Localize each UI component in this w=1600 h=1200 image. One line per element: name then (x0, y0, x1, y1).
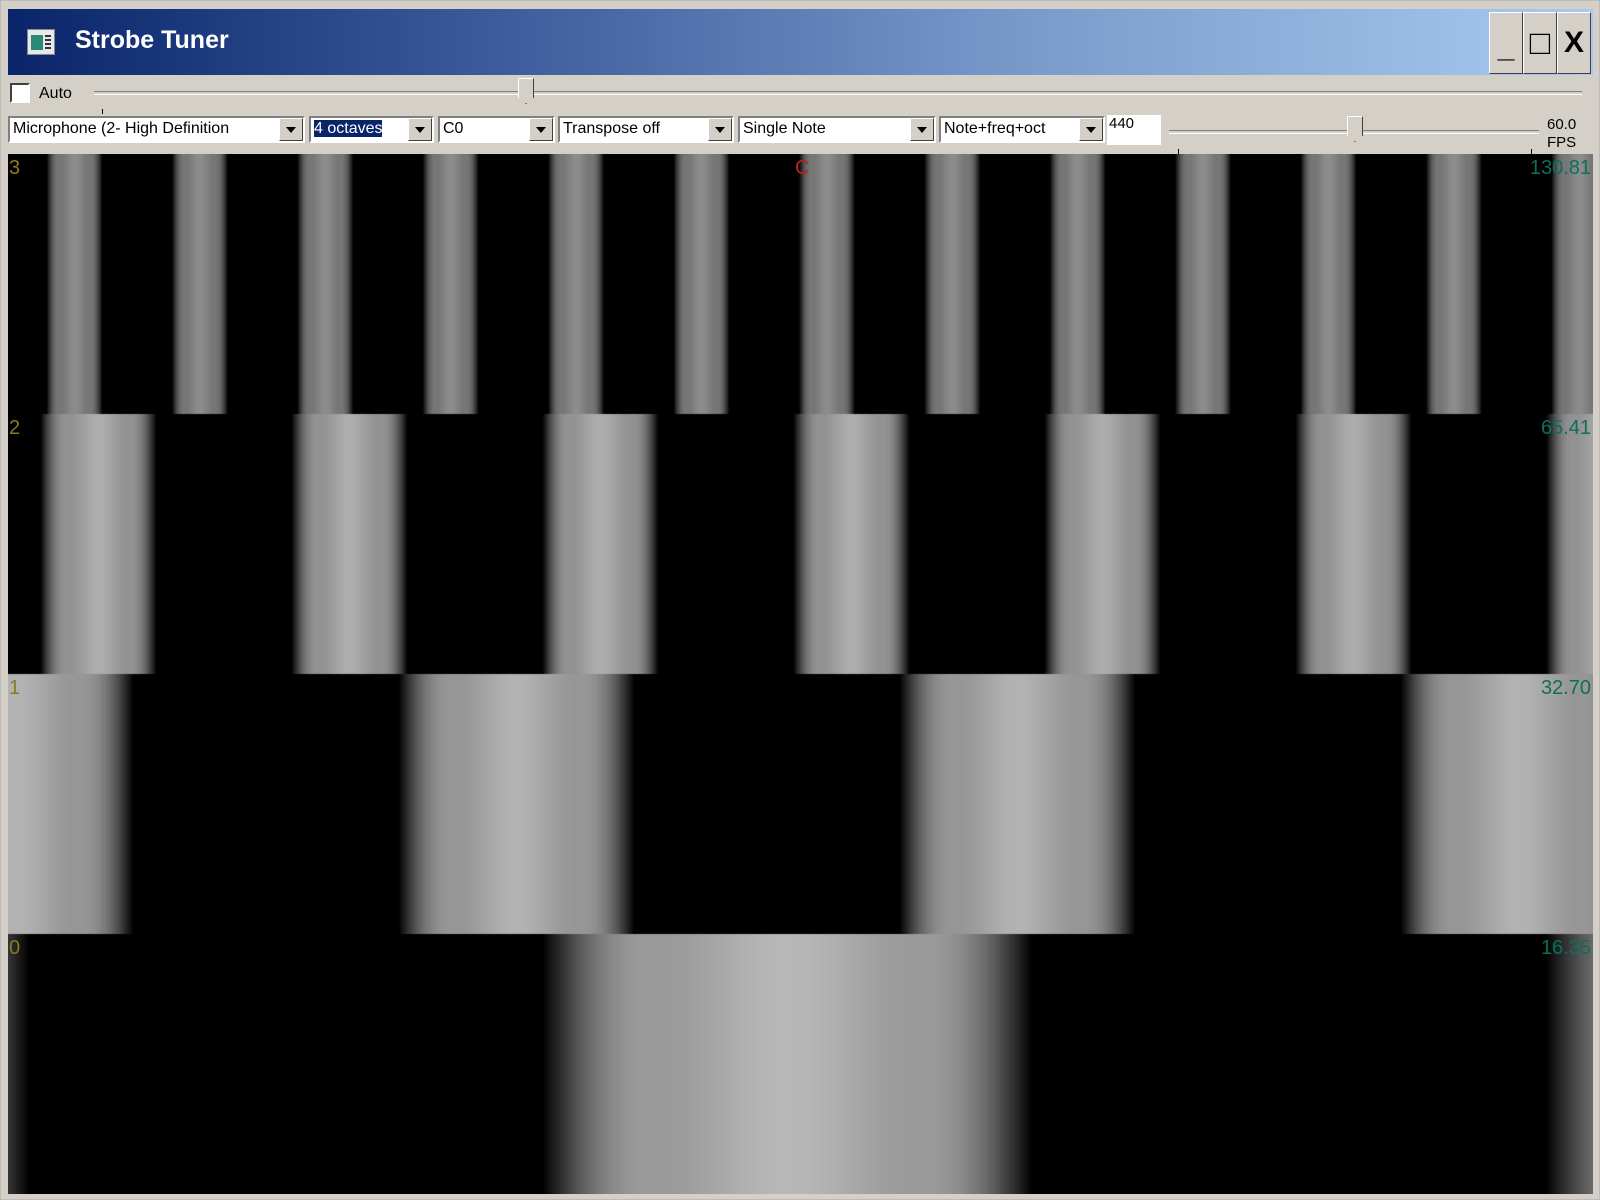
band-frequency: 130.81 (1529, 157, 1591, 179)
transpose-dropdown[interactable]: Transpose off (558, 116, 734, 143)
octave-label: 3 (9, 157, 21, 179)
note-name: C (795, 157, 810, 179)
maximize-button[interactable]: □ (1523, 12, 1557, 74)
strobe-display (8, 154, 1593, 1194)
display-dropdown[interactable]: Note+freq+oct (939, 116, 1105, 143)
chevron-down-icon[interactable] (279, 118, 303, 141)
chevron-down-icon[interactable] (708, 118, 732, 141)
window-title: Strobe Tuner (75, 26, 229, 54)
chevron-down-icon[interactable] (408, 118, 432, 141)
transpose-value: Transpose off (563, 120, 660, 137)
close-button[interactable]: X (1557, 12, 1591, 74)
fps-unit: FPS (1547, 134, 1577, 151)
chevron-down-icon[interactable] (1079, 118, 1103, 141)
chevron-down-icon[interactable] (529, 118, 553, 141)
band-frequency: 16.35 (1540, 937, 1591, 959)
minimize-button[interactable]: _ (1489, 12, 1523, 74)
top-slider-track[interactable] (94, 91, 1582, 95)
octave-label: 0 (9, 937, 21, 959)
octaves-dropdown[interactable]: 4 octaves (309, 116, 434, 143)
strobe-tuner-window: Strobe Tuner _ □ X Auto Microphone (2- H… (0, 0, 1600, 1200)
mode-dropdown[interactable]: Single Note (738, 116, 936, 143)
fps-readout: 60.0 FPS (1547, 116, 1576, 152)
app-icon (27, 29, 55, 55)
chevron-down-icon[interactable] (910, 118, 934, 141)
start-note-dropdown[interactable]: C0 (438, 116, 555, 143)
slider-tick (102, 109, 103, 114)
octave-label: 1 (9, 677, 21, 699)
display-value: Note+freq+oct (944, 120, 1046, 137)
start-note-value: C0 (443, 120, 464, 137)
fps-value: 60.0 (1547, 116, 1577, 133)
auto-checkbox[interactable] (10, 83, 30, 103)
mode-value: Single Note (743, 120, 826, 137)
auto-label: Auto (39, 85, 72, 102)
fps-slider-thumb[interactable] (1347, 116, 1363, 142)
top-slider-thumb[interactable] (518, 78, 534, 104)
title-bar[interactable]: Strobe Tuner _ □ X (8, 9, 1593, 75)
reference-freq-input[interactable]: 440 (1107, 115, 1161, 145)
input-device-dropdown[interactable]: Microphone (2- High Definition (8, 116, 305, 143)
octave-label: 2 (9, 417, 21, 439)
input-device-value: Microphone (2- High Definition (13, 120, 230, 137)
octaves-value: 4 octaves (312, 119, 384, 138)
band-frequency: 65.41 (1540, 417, 1591, 439)
band-frequency: 32.70 (1540, 677, 1591, 699)
